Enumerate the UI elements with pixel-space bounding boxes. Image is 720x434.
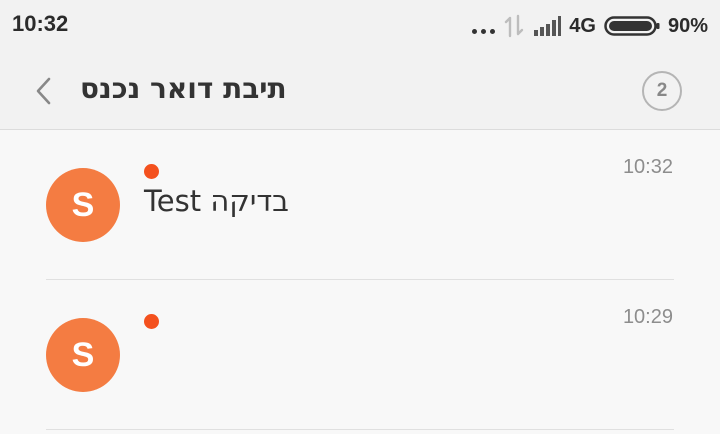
signal-icon [534, 16, 562, 36]
battery-icon [604, 16, 660, 36]
unread-indicator [144, 164, 159, 179]
divider [46, 429, 674, 430]
avatar: S [46, 168, 120, 242]
message-time: 10:29 [622, 306, 673, 328]
chevron-left-icon [36, 77, 51, 105]
status-icons: 4G 90% [472, 12, 708, 40]
app-header: תיבת דואר נכנס 2 [0, 52, 720, 130]
message-item[interactable]: S בדיקה Test 10:32 [0, 130, 720, 280]
data-transfer-icon [505, 14, 524, 38]
battery-percentage: 90% [667, 14, 708, 37]
message-time: 10:32 [622, 156, 673, 178]
more-dots-icon [472, 28, 496, 34]
page-title: תיבת דואר נכנס [80, 72, 287, 105]
message-preview: בדיקה Test [144, 184, 289, 218]
network-type: 4G [569, 14, 596, 37]
back-button[interactable] [26, 71, 62, 111]
message-item[interactable]: S 10:29 [0, 280, 720, 430]
avatar: S [46, 318, 120, 392]
message-count-badge[interactable]: 2 [642, 71, 682, 111]
unread-indicator [144, 314, 159, 329]
message-list: S בדיקה Test 10:32 S 10:29 [0, 130, 720, 430]
status-time: 10:32 [12, 11, 69, 36]
status-bar: 10:32 4G 90% [0, 0, 720, 52]
